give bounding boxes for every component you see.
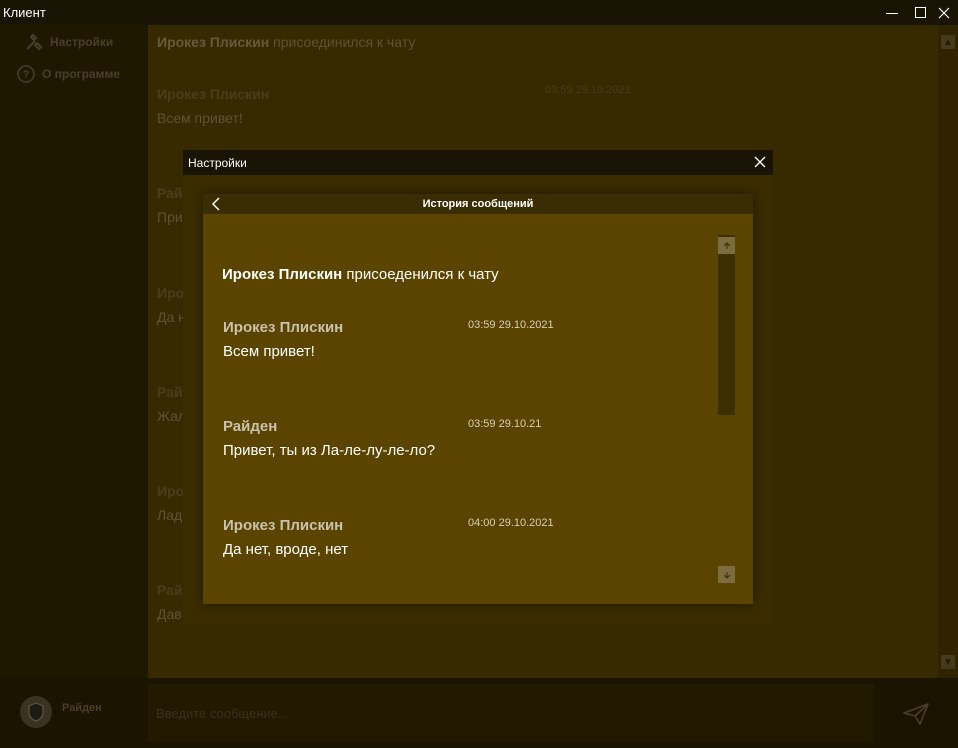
system-text: присоеденился к чату — [346, 266, 499, 283]
maximize-icon — [914, 7, 926, 18]
history-message-author: Ирокез Плискин — [223, 517, 344, 534]
history-message-time: 03:59 29.10.21 — [468, 418, 542, 430]
close-window-button[interactable] — [930, 0, 958, 25]
history-message-text: Привет, ты из Ла-ле-лу-ле-ло? — [223, 442, 436, 459]
system-user-name: Ирокез Плискин — [222, 266, 343, 283]
history-message-time: 04:00 29.10.2021 — [468, 517, 554, 529]
message-history-panel: История сообщений Ирокез Плискин присоед… — [203, 194, 753, 604]
close-icon — [754, 156, 766, 168]
history-scroll-down-button[interactable] — [718, 566, 735, 583]
history-message-author: Райден — [223, 418, 278, 435]
arrow-up-icon — [723, 241, 730, 249]
history-message-text: Да нет, вроде, нет — [223, 541, 349, 558]
dialog-close-button[interactable] — [751, 153, 769, 171]
history-message-author: Ирокез Плискин — [223, 319, 344, 336]
dialog-title-bar: Настройки — [183, 150, 773, 175]
history-system-message: Ирокез Плискин присоеденился к чату — [222, 266, 499, 283]
dialog-title: Настройки — [188, 156, 247, 170]
client-window: Клиент Настройки ? О программе ▲ ▼ Ироке… — [0, 0, 958, 748]
history-message-time: 03:59 29.10.2021 — [468, 319, 554, 331]
settings-dialog: Настройки История сообщений Ирокез Плиск… — [183, 150, 773, 624]
close-icon — [938, 7, 950, 18]
panel-header: История сообщений — [203, 194, 753, 214]
history-scroll-up-button[interactable] — [718, 237, 735, 254]
history-message-text: Всем привет! — [223, 343, 315, 360]
panel-title: История сообщений — [422, 198, 534, 210]
minimize-icon — [886, 13, 898, 14]
minimize-button[interactable] — [878, 0, 906, 25]
history-scrollbar-track[interactable] — [718, 235, 735, 415]
arrow-down-icon — [723, 571, 730, 579]
title-bar: Клиент — [0, 0, 958, 25]
window-title: Клиент — [3, 5, 46, 20]
